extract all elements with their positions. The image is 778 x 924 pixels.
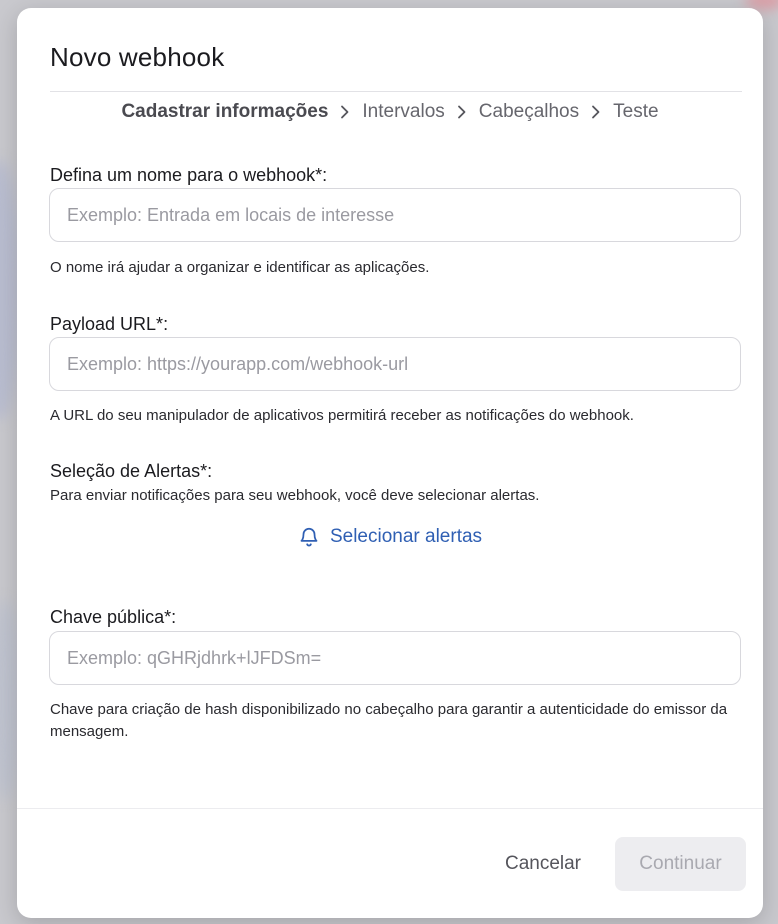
chevron-right-icon [445,101,479,123]
stepper-breadcrumb: Cadastrar informações Intervalos Cabeçal… [17,101,763,123]
webhook-name-input[interactable] [49,188,741,242]
chevron-right-icon [579,101,613,123]
public-key-input[interactable] [49,631,741,685]
bell-icon [298,526,320,548]
alerts-selection-label: Seleção de Alertas*: [50,461,213,481]
payload-url-helper: A URL do seu manipulador de aplicativos … [50,407,634,424]
select-alerts-button[interactable]: Selecionar alertas [17,526,763,548]
webhook-name-helper: O nome irá ajudar a organizar e identifi… [50,259,430,276]
step-intervalos[interactable]: Intervalos [362,101,444,123]
webhook-name-label: Defina um nome para o webhook*: [50,165,328,185]
select-alerts-label: Selecionar alertas [329,526,483,547]
alerts-selection-helper: Para enviar notificações para seu webhoo… [50,487,540,504]
modal-title: Novo webhook [50,42,225,72]
chevron-right-icon [328,101,362,123]
public-key-label: Chave pública*: [50,607,177,627]
step-teste[interactable]: Teste [613,101,658,123]
payload-url-input[interactable] [49,337,741,391]
continue-button[interactable]: Continuar [615,837,746,891]
step-cabecalhos[interactable]: Cabeçalhos [479,101,579,123]
payload-url-label: Payload URL*: [50,314,169,334]
step-cadastrar-informacoes[interactable]: Cadastrar informações [121,101,328,123]
new-webhook-modal: Novo webhook Cadastrar informações Inter… [17,8,763,918]
public-key-helper: Chave para criação de hash disponibiliza… [50,701,728,740]
cancel-button[interactable]: Cancelar [485,838,601,890]
footer-divider [17,808,763,809]
title-divider [50,91,742,92]
